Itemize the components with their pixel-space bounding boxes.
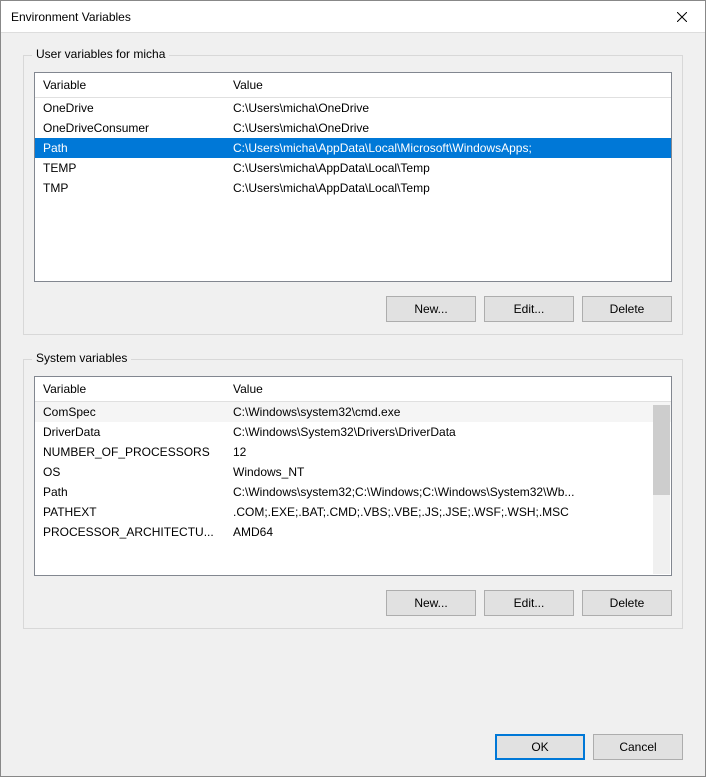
column-value[interactable]: Value — [225, 377, 671, 401]
system-edit-button[interactable]: Edit... — [484, 590, 574, 616]
user-edit-button[interactable]: Edit... — [484, 296, 574, 322]
system-variables-label: System variables — [32, 351, 131, 365]
system-variables-group: System variables Variable Value ComSpecC… — [23, 359, 683, 629]
table-row[interactable]: NUMBER_OF_PROCESSORS12 — [35, 442, 671, 462]
dialog-content: User variables for micha Variable Value … — [1, 33, 705, 776]
cell-variable: ComSpec — [35, 402, 225, 422]
scrollbar-vertical[interactable] — [653, 405, 670, 574]
cell-value: C:\Users\micha\OneDrive — [225, 118, 671, 138]
cell-variable: PROCESSOR_ARCHITECTU... — [35, 522, 225, 542]
cell-value: AMD64 — [225, 522, 671, 542]
cell-value: Windows_NT — [225, 462, 671, 482]
window-title: Environment Variables — [11, 10, 131, 24]
user-button-row: New... Edit... Delete — [34, 296, 672, 322]
table-row[interactable]: OneDriveC:\Users\micha\OneDrive — [35, 98, 671, 118]
cell-variable: PATHEXT — [35, 502, 225, 522]
cell-variable: TMP — [35, 178, 225, 198]
cell-value: C:\Users\micha\AppData\Local\Temp — [225, 158, 671, 178]
cell-variable: Path — [35, 482, 225, 502]
scrollbar-thumb[interactable] — [653, 405, 670, 495]
cancel-button[interactable]: Cancel — [593, 734, 683, 760]
cell-value: C:\Windows\system32;C:\Windows;C:\Window… — [225, 482, 671, 502]
cell-variable: OS — [35, 462, 225, 482]
cell-value: C:\Windows\System32\Drivers\DriverData — [225, 422, 671, 442]
list-header: Variable Value — [35, 73, 671, 98]
table-row[interactable]: DriverDataC:\Windows\System32\Drivers\Dr… — [35, 422, 671, 442]
table-row[interactable]: PATHEXT.COM;.EXE;.BAT;.CMD;.VBS;.VBE;.JS… — [35, 502, 671, 522]
list-header: Variable Value — [35, 377, 671, 402]
user-variables-label: User variables for micha — [32, 47, 169, 61]
table-row[interactable]: PathC:\Users\micha\AppData\Local\Microso… — [35, 138, 671, 158]
ok-button[interactable]: OK — [495, 734, 585, 760]
column-value[interactable]: Value — [225, 73, 671, 97]
close-icon — [677, 12, 687, 22]
dialog-button-row: OK Cancel — [23, 714, 683, 760]
titlebar: Environment Variables — [1, 1, 705, 33]
column-variable[interactable]: Variable — [35, 73, 225, 97]
system-delete-button[interactable]: Delete — [582, 590, 672, 616]
user-variables-list[interactable]: Variable Value OneDriveC:\Users\micha\On… — [34, 72, 672, 282]
system-variables-list[interactable]: Variable Value ComSpecC:\Windows\system3… — [34, 376, 672, 576]
table-row[interactable]: TMPC:\Users\micha\AppData\Local\Temp — [35, 178, 671, 198]
cell-variable: Path — [35, 138, 225, 158]
environment-variables-dialog: Environment Variables User variables for… — [0, 0, 706, 777]
column-variable[interactable]: Variable — [35, 377, 225, 401]
table-row[interactable]: OSWindows_NT — [35, 462, 671, 482]
cell-value: C:\Windows\system32\cmd.exe — [225, 402, 671, 422]
table-row[interactable]: TEMPC:\Users\micha\AppData\Local\Temp — [35, 158, 671, 178]
user-new-button[interactable]: New... — [386, 296, 476, 322]
system-new-button[interactable]: New... — [386, 590, 476, 616]
cell-value: C:\Users\micha\AppData\Local\Temp — [225, 178, 671, 198]
table-row[interactable]: ComSpecC:\Windows\system32\cmd.exe — [35, 402, 671, 422]
user-delete-button[interactable]: Delete — [582, 296, 672, 322]
cell-value: .COM;.EXE;.BAT;.CMD;.VBS;.VBE;.JS;.JSE;.… — [225, 502, 671, 522]
table-row[interactable]: PROCESSOR_ARCHITECTU...AMD64 — [35, 522, 671, 542]
cell-variable: NUMBER_OF_PROCESSORS — [35, 442, 225, 462]
cell-variable: OneDrive — [35, 98, 225, 118]
system-button-row: New... Edit... Delete — [34, 590, 672, 616]
table-row[interactable]: OneDriveConsumerC:\Users\micha\OneDrive — [35, 118, 671, 138]
cell-value: 12 — [225, 442, 671, 462]
cell-variable: DriverData — [35, 422, 225, 442]
table-row[interactable]: PathC:\Windows\system32;C:\Windows;C:\Wi… — [35, 482, 671, 502]
cell-variable: TEMP — [35, 158, 225, 178]
cell-variable: OneDriveConsumer — [35, 118, 225, 138]
cell-value: C:\Users\micha\OneDrive — [225, 98, 671, 118]
user-variables-group: User variables for micha Variable Value … — [23, 55, 683, 335]
cell-value: C:\Users\micha\AppData\Local\Microsoft\W… — [225, 138, 671, 158]
close-button[interactable] — [659, 1, 705, 32]
